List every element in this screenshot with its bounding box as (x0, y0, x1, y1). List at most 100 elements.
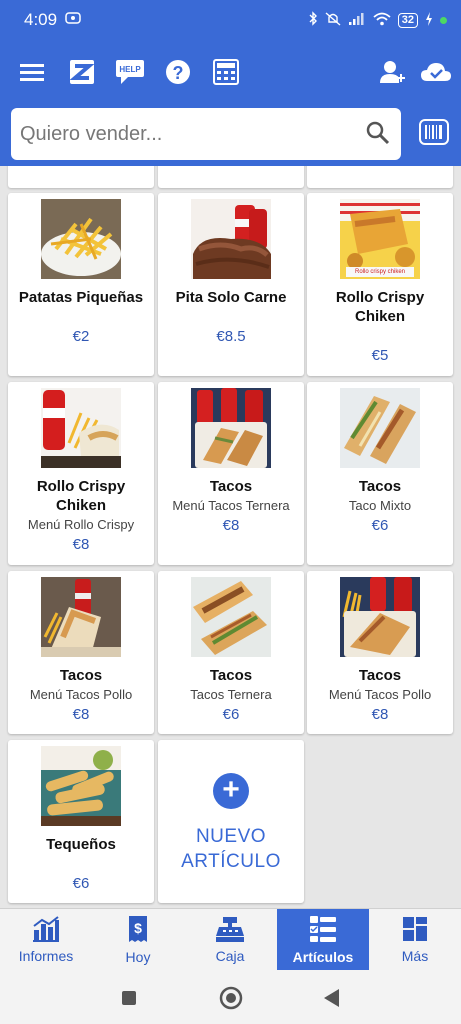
product-price: €6 (371, 517, 389, 534)
product-name: Tequeños (46, 836, 116, 853)
cash-register-icon (216, 917, 244, 942)
product-card[interactable]: Tacos Tacos Ternera €6 (158, 571, 304, 734)
charging-icon (425, 11, 433, 29)
barcode-scan-icon[interactable] (419, 119, 449, 147)
product-subtitle: Menú Tacos Pollo (328, 687, 432, 702)
product-price: €5 (371, 347, 389, 364)
product-image-tacos-pollo-menu (41, 577, 121, 657)
recents-icon[interactable] (121, 990, 137, 1011)
calculator-icon[interactable] (212, 56, 240, 88)
product-image-caption: Rollo crispy chiken (354, 269, 406, 275)
product-name: Tacos (209, 478, 253, 495)
product-subtitle: Menú Tacos Pollo (29, 687, 133, 702)
product-price: €8 (72, 706, 90, 723)
chart-icon (33, 916, 59, 942)
search-bar[interactable]: Quiero vender... (11, 108, 401, 160)
wifi-icon (373, 12, 391, 29)
product-card[interactable]: Rollo crispy chiken Rollo Crispy Chiken … (307, 193, 453, 376)
product-image-taco-mixto (340, 388, 420, 468)
product-card[interactable]: Tacos Taco Mixto €6 (307, 382, 453, 565)
product-card-partial[interactable] (158, 166, 304, 188)
active-dot (440, 16, 447, 24)
product-image-tequenos (41, 746, 121, 826)
nav-label: Más (401, 948, 429, 964)
system-nav-bar (0, 970, 461, 1024)
app-bar: HELP ? Quiero vender... (0, 40, 461, 166)
toolbar: HELP ? (0, 56, 461, 88)
svg-text:?: ? (173, 63, 184, 83)
product-card[interactable]: Patatas Piqueñas €2 (8, 193, 154, 376)
product-price: €8 (222, 517, 240, 534)
mute-icon (325, 11, 341, 29)
product-image-fries (41, 199, 121, 279)
product-subtitle: Tacos Ternera (190, 687, 272, 702)
product-name: Pita Solo Carne (175, 289, 287, 306)
logo-icon[interactable] (68, 56, 96, 88)
back-icon[interactable] (322, 988, 340, 1013)
product-image-tacos-menu (191, 388, 271, 468)
product-card[interactable]: Tacos Menú Tacos Ternera €8 (158, 382, 304, 565)
home-icon[interactable] (219, 986, 243, 1015)
product-card-partial[interactable] (307, 166, 453, 188)
plus-icon: + (213, 773, 249, 809)
product-price: €6 (72, 875, 90, 892)
product-subtitle: Menú Tacos Ternera (172, 498, 290, 513)
add-user-icon[interactable] (378, 56, 406, 88)
product-price: €8 (371, 706, 389, 723)
nav-informes[interactable]: Informes (0, 909, 92, 971)
nav-mas[interactable]: Más (369, 909, 461, 971)
product-name: Tacos (358, 478, 402, 495)
cloud-check-icon[interactable] (420, 56, 452, 88)
product-price: €6 (222, 706, 240, 723)
receipt-icon: $ (129, 916, 147, 942)
help-badge-text: HELP (119, 65, 141, 74)
product-image-tacos-ternera (191, 577, 271, 657)
list-icon (310, 916, 336, 942)
product-name: Tacos (59, 667, 103, 684)
search-icon[interactable] (366, 121, 390, 150)
product-image-crispy-roll: Rollo crispy chiken (340, 199, 420, 279)
product-price: €8 (72, 536, 90, 553)
product-card-partial[interactable] (8, 166, 154, 188)
product-name: Patatas Piqueñas (18, 289, 144, 306)
question-icon[interactable]: ? (164, 56, 192, 88)
bottom-nav: Informes $ Hoy Caja Artículos Más (0, 908, 461, 971)
status-time: 4:09 (24, 10, 58, 29)
product-card[interactable]: Tacos Menú Tacos Pollo €8 (8, 571, 154, 734)
new-item-label-line2: ARTÍCULO (181, 851, 281, 872)
product-card[interactable]: Pita Solo Carne €8.5 (158, 193, 304, 376)
product-name: Rollo Crispy Chiken (335, 289, 425, 325)
product-image-pita (191, 199, 271, 279)
help-chat-icon[interactable]: HELP (114, 56, 146, 88)
nav-caja[interactable]: Caja (184, 909, 276, 971)
grid-icon (403, 917, 427, 941)
nav-label: Caja (215, 948, 245, 964)
product-card[interactable]: Tequeños €6 (8, 740, 154, 903)
product-image-crispy-menu (41, 388, 121, 468)
nav-label: Hoy (125, 949, 151, 965)
nav-articulos[interactable]: Artículos (277, 909, 369, 971)
product-subtitle: Taco Mixto (348, 498, 412, 513)
product-card[interactable]: Tacos Menú Tacos Pollo €8 (307, 571, 453, 734)
nav-hoy[interactable]: $ Hoy (92, 909, 184, 971)
svg-text:$: $ (134, 920, 142, 936)
nav-label: Artículos (292, 949, 354, 965)
product-name: Tacos (209, 667, 253, 684)
product-price: €8.5 (216, 328, 246, 345)
menu-icon[interactable] (18, 56, 46, 88)
new-item-button[interactable]: + NUEVO ARTÍCULO (158, 740, 304, 903)
signal-icon (348, 12, 366, 29)
bluetooth-icon (308, 11, 318, 29)
nav-label: Informes (18, 948, 74, 964)
product-name: Rollo Crispy Chiken (36, 478, 126, 514)
battery-level: 32 (397, 12, 418, 28)
product-grid: Patatas Piqueñas €2 Pita Solo Carne €8.5… (0, 166, 461, 908)
notification-icon (65, 11, 81, 29)
product-price: €2 (72, 328, 90, 345)
product-subtitle: Menú Rollo Crispy (27, 517, 135, 532)
product-image-tacos-pollo-menu-2 (340, 577, 420, 657)
search-input[interactable]: Quiero vender... (20, 123, 162, 146)
product-name: Tacos (358, 667, 402, 684)
status-bar: 4:09 32 (0, 0, 461, 40)
product-card[interactable]: Rollo Crispy Chiken Menú Rollo Crispy €8 (8, 382, 154, 565)
